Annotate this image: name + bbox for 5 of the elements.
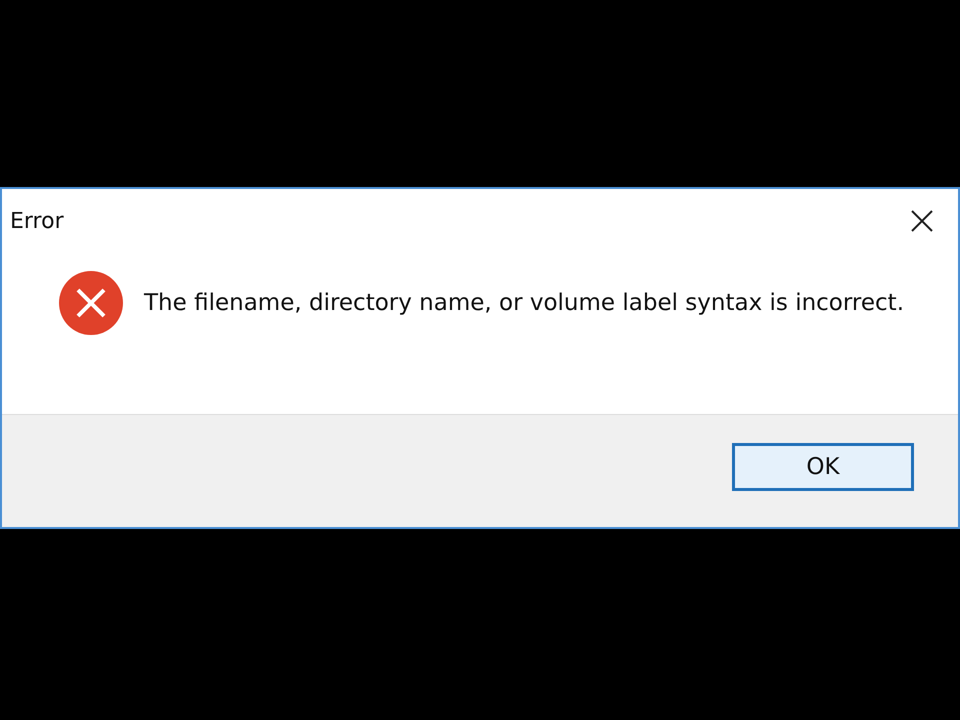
window-title: Error [10, 208, 64, 234]
close-icon[interactable] [910, 209, 934, 233]
error-icon [58, 270, 124, 336]
ok-button[interactable]: OK [732, 443, 914, 491]
error-message: The filename, directory name, or volume label syntax is incorrect. [144, 290, 904, 316]
